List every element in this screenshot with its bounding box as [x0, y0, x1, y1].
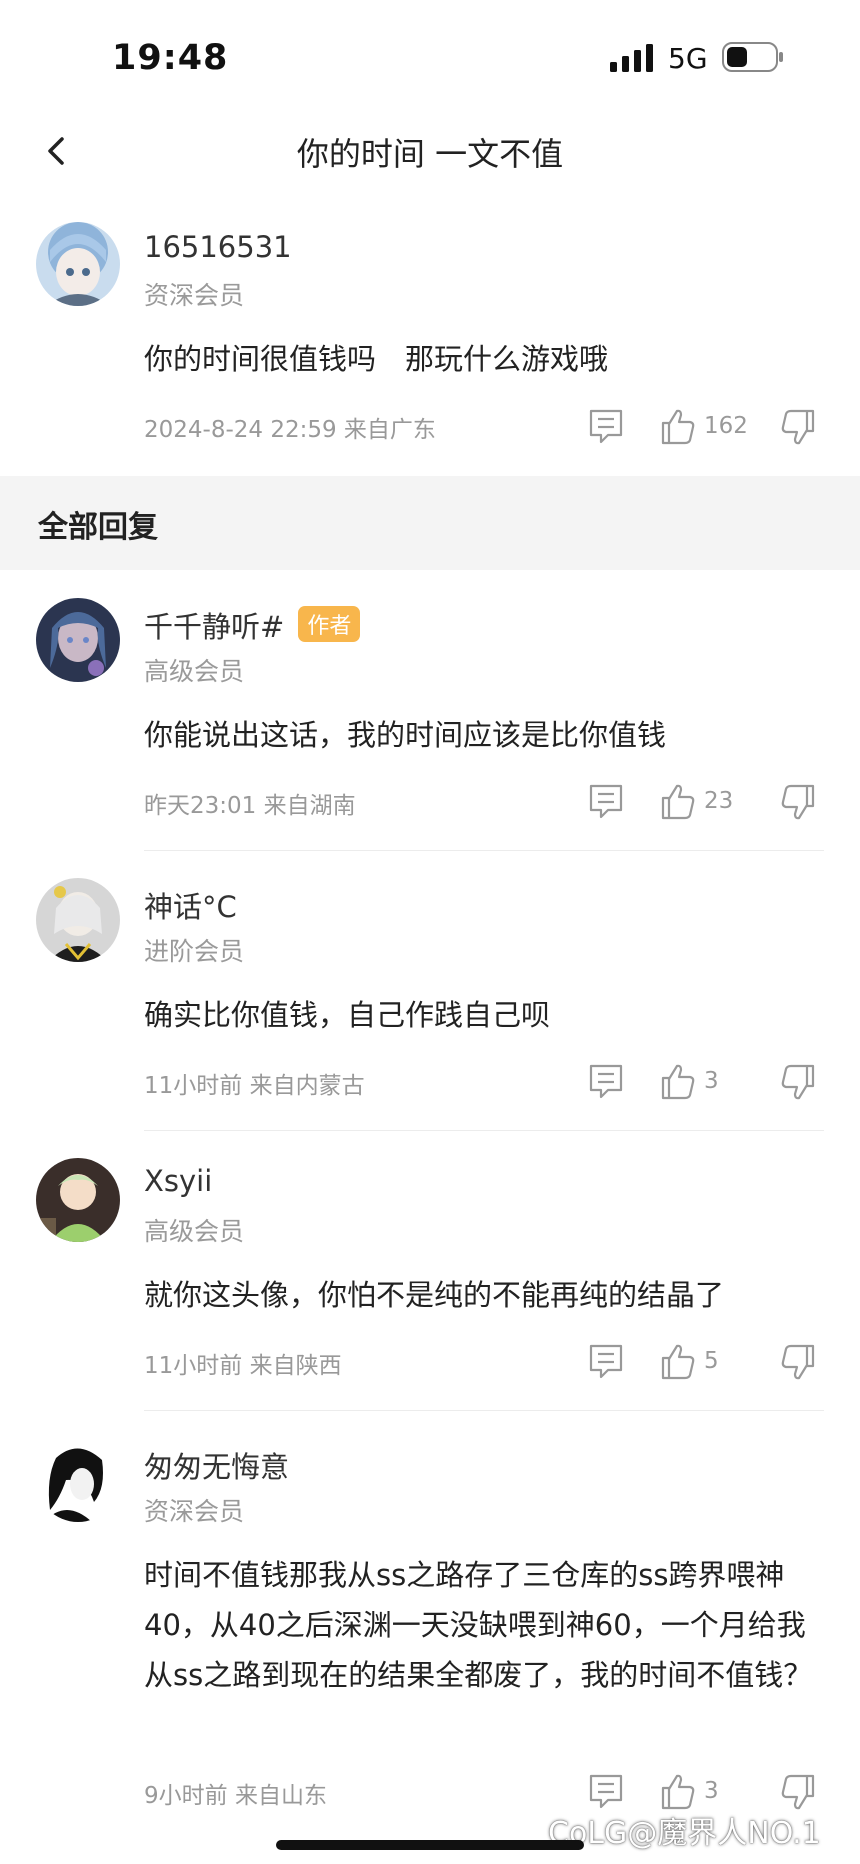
reply-icon[interactable] — [588, 407, 624, 447]
comment-content: 你的时间很值钱吗 那玩什么游戏哦 — [144, 342, 609, 376]
page-title: 你的时间 一文不值 — [296, 135, 564, 173]
divider — [144, 1130, 824, 1131]
avatar[interactable] — [36, 598, 120, 682]
thumbs-down-icon[interactable] — [778, 1772, 818, 1812]
like-button[interactable]: 3 — [660, 1772, 750, 1812]
like-count: 5 — [704, 1348, 719, 1374]
thumbs-down-icon[interactable] — [778, 1062, 818, 1102]
avatar[interactable] — [36, 878, 120, 962]
username-text: 千千静听# — [144, 610, 285, 644]
thumbs-up-icon — [661, 1344, 695, 1380]
like-count: 3 — [704, 1778, 719, 1804]
like-button[interactable]: 23 — [660, 782, 750, 822]
section-header: 全部回复 — [0, 476, 860, 570]
like-count: 23 — [704, 788, 734, 814]
comment-actions: 3 — [588, 1062, 828, 1102]
thumbs-up-icon — [661, 1064, 695, 1100]
username[interactable]: Xsyii — [144, 1164, 212, 1198]
member-level: 资深会员 — [144, 281, 245, 310]
username[interactable]: 16516531 — [144, 230, 292, 264]
watermark: CoLG@魔界人NO.1 — [548, 1816, 821, 1851]
member-level: 资深会员 — [144, 1497, 245, 1526]
divider — [144, 850, 824, 851]
comment-meta: 2024-8-24 22:59 来自广东 — [144, 417, 436, 443]
comment-meta: 昨天23:01 来自湖南 — [144, 793, 356, 819]
status-bar: 19:48 5G — [0, 0, 860, 110]
reply-icon[interactable] — [588, 1772, 624, 1812]
reply-icon[interactable] — [588, 782, 624, 822]
divider — [144, 1410, 824, 1411]
thumbs-down-icon[interactable] — [778, 1342, 818, 1382]
avatar[interactable] — [36, 222, 120, 306]
comment-actions: 5 — [588, 1342, 828, 1382]
comment-content: 确实比你值钱，自己作践自己呗 — [144, 998, 551, 1032]
like-count: 3 — [704, 1068, 719, 1094]
member-level: 高级会员 — [144, 1217, 245, 1246]
avatar[interactable] — [36, 1158, 120, 1242]
like-button[interactable]: 5 — [660, 1342, 750, 1382]
comment-meta: 11小时前 来自内蒙古 — [144, 1073, 365, 1099]
reply-icon[interactable] — [588, 1342, 624, 1382]
thumbs-up-icon — [661, 409, 695, 445]
member-level: 进阶会员 — [144, 937, 245, 966]
thumbs-down-icon[interactable] — [778, 407, 818, 447]
nav-bar: 你的时间 一文不值 — [0, 115, 860, 187]
thumbs-up-icon — [661, 784, 695, 820]
thumbs-up-icon — [661, 1774, 695, 1810]
status-time: 19:48 — [112, 38, 229, 78]
signal-icon — [610, 44, 653, 72]
comment-actions: 23 — [588, 782, 828, 822]
username[interactable]: 神话°C — [144, 884, 237, 926]
reply-icon[interactable] — [588, 1062, 624, 1102]
comment-meta: 11小时前 来自陕西 — [144, 1353, 342, 1379]
home-indicator — [276, 1840, 584, 1850]
like-count: 162 — [704, 413, 748, 439]
battery-icon — [722, 42, 783, 72]
username[interactable]: 匆匆无悔意 — [144, 1444, 289, 1486]
comment-meta: 9小时前 来自山东 — [144, 1783, 327, 1809]
network-type: 5G — [668, 42, 708, 75]
comment-content: 时间不值钱那我从ss之路存了三仓库的ss跨界喂神40，从40之后深渊一天没缺喂到… — [144, 1558, 813, 1692]
comment-content: 就你这头像，你怕不是纯的不能再纯的结晶了 — [144, 1278, 725, 1312]
comment-content: 你能说出这话，我的时间应该是比你值钱 — [144, 718, 667, 752]
section-title: 全部回复 — [38, 510, 158, 545]
username[interactable]: 千千静听# 作者 — [144, 604, 361, 646]
author-badge: 作者 — [298, 606, 361, 642]
like-button[interactable]: 3 — [660, 1062, 750, 1102]
member-level: 高级会员 — [144, 657, 245, 686]
thumbs-down-icon[interactable] — [778, 782, 818, 822]
comment-actions: 162 — [588, 407, 828, 447]
comment-actions: 3 — [588, 1772, 828, 1812]
avatar[interactable] — [36, 1438, 120, 1522]
like-button[interactable]: 162 — [660, 407, 750, 447]
